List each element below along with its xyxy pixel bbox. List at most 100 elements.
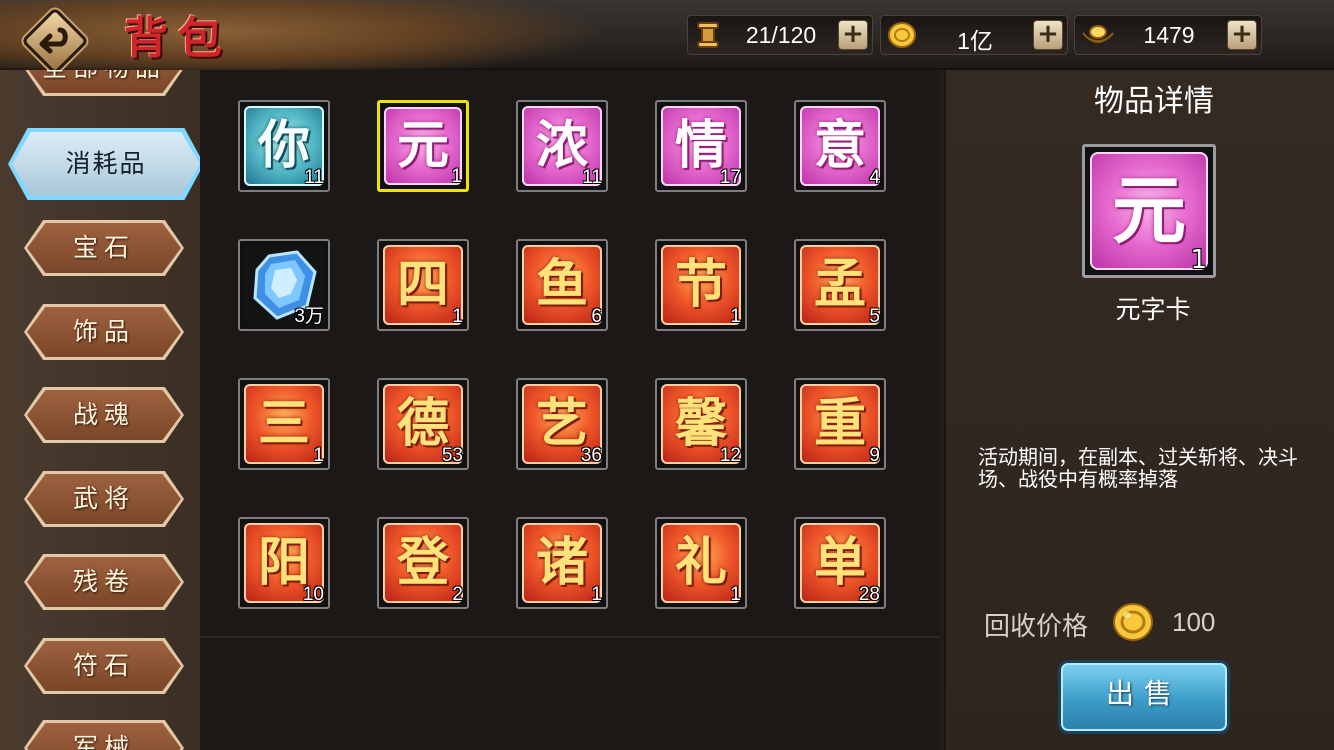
item-card-character: 孟: [813, 254, 866, 315]
item-slot[interactable]: 德 53: [377, 378, 469, 470]
tab-all-items[interactable]: 全部物品: [24, 70, 184, 96]
sell-price-label: 回收价格: [984, 612, 1089, 642]
tab-war-souls[interactable]: 战魂: [24, 387, 184, 443]
tab-accessories[interactable]: 饰品: [24, 304, 184, 360]
item-slot[interactable]: 艺 36: [516, 378, 608, 470]
bag-capacity-counter: 21/120 +: [687, 15, 873, 55]
back-arrow-icon: [39, 27, 68, 54]
item-card-character: 你: [257, 115, 310, 176]
item-card-art: 重: [800, 384, 880, 464]
scroll-icon: [697, 22, 719, 48]
item-card-character: 礼: [674, 532, 727, 593]
add-ingot-button[interactable]: +: [1227, 20, 1257, 50]
item-slot[interactable]: 登2: [377, 517, 469, 609]
bag-capacity-value: 21/120: [745, 22, 817, 48]
grid-divider: [200, 636, 940, 638]
item-slot[interactable]: 情 17: [655, 100, 747, 192]
tab-label: 消耗品: [65, 149, 147, 178]
item-slot[interactable]: 馨 12: [655, 378, 747, 470]
item-slot[interactable]: 重9: [794, 378, 886, 470]
tab-label: 宝石: [72, 233, 135, 262]
item-description: 活动期间，在副本、过关斩将、决斗场、战役中有概率掉落: [978, 445, 1298, 491]
back-button[interactable]: [21, 7, 89, 75]
item-card-character: 重: [813, 393, 866, 454]
item-slot[interactable]: 礼1: [655, 517, 747, 609]
tab-runestones[interactable]: 符石: [24, 638, 184, 694]
item-card-character: 单: [813, 532, 866, 593]
detail-title: 物品详情: [1094, 84, 1214, 119]
tab-label: 残卷: [72, 567, 135, 596]
tab-label: 战魂: [72, 400, 135, 429]
item-slot[interactable]: 意4: [794, 100, 886, 192]
item-count: 17: [719, 167, 741, 188]
tab-consumables[interactable]: 消耗品: [8, 128, 200, 200]
tab-label: 武将: [72, 484, 135, 513]
item-slot[interactable]: 孟5: [794, 239, 886, 331]
item-card-art: 孟: [800, 245, 880, 325]
item-count: 3万: [294, 306, 324, 327]
item-card-character: 诸: [535, 532, 588, 593]
item-card-character: 节: [674, 254, 727, 315]
page-title: 背包: [124, 13, 232, 64]
item-card-art: 诸: [522, 523, 602, 603]
item-slot[interactable]: 节1: [655, 239, 747, 331]
item-card-art: 意: [800, 106, 880, 186]
item-detail-panel: 物品详情 元 1 元字卡 活动期间，在副本、过关斩将、决斗场、战役中有概率掉落 …: [944, 70, 1334, 750]
item-slot[interactable]: 你 11: [238, 100, 330, 192]
item-card-character: 三: [257, 393, 310, 454]
gold-counter: 1亿 +: [880, 15, 1068, 55]
item-card-character: 鱼: [535, 254, 588, 315]
tab-fragments[interactable]: 残卷: [24, 554, 184, 610]
item-slot[interactable]: 诸1: [516, 517, 608, 609]
item-card-character: 阳: [257, 532, 310, 593]
item-card-character: 登: [396, 532, 449, 593]
item-card-character: 元: [396, 115, 449, 176]
item-card-character: 情: [674, 115, 727, 176]
item-count: 6: [591, 306, 602, 327]
item-name: 元字卡: [1115, 295, 1191, 324]
gold-ingot-icon: [1082, 25, 1114, 43]
item-slot[interactable]: 浓 11: [516, 100, 608, 192]
item-count: 1: [730, 584, 741, 605]
item-card-character: 浓: [535, 115, 588, 176]
item-count: 1: [730, 306, 741, 327]
item-count: 1: [452, 306, 463, 327]
item-count: 11: [304, 167, 324, 188]
item-slot[interactable]: 四1: [377, 239, 469, 331]
tab-label: 饰品: [72, 317, 135, 346]
item-card-art: 礼: [661, 523, 741, 603]
item-card-character: 四: [396, 254, 449, 315]
item-card-character: 意: [813, 115, 866, 176]
item-card-character: 元: [1112, 168, 1186, 254]
add-bag-capacity-button[interactable]: +: [838, 20, 868, 50]
item-slot[interactable]: 鱼6: [516, 239, 608, 331]
ingot-value: 1479: [1143, 22, 1195, 48]
item-slot[interactable]: 阳 10: [238, 517, 330, 609]
item-slot[interactable]: 3万: [238, 239, 330, 331]
gold-coin-icon: [888, 22, 916, 48]
tab-weaponry[interactable]: 军械: [24, 720, 184, 750]
top-bar: 背包 21/120 + 1亿 + 1479 +: [0, 0, 1334, 80]
item-count: 53: [441, 445, 463, 466]
item-slot[interactable]: 元1: [377, 100, 469, 192]
item-count: 1: [1190, 245, 1207, 275]
item-card-art: 元: [384, 107, 462, 185]
item-count: 5: [869, 306, 880, 327]
tab-generals[interactable]: 武将: [24, 471, 184, 527]
item-card-character: 艺: [535, 393, 588, 454]
tab-label: 符石: [72, 651, 135, 680]
item-card-art: 节: [661, 245, 741, 325]
tab-gems[interactable]: 宝石: [24, 220, 184, 276]
add-gold-button[interactable]: +: [1033, 20, 1063, 50]
item-count: 1: [451, 166, 462, 187]
item-slot[interactable]: 三1: [238, 378, 330, 470]
item-count: 1: [313, 445, 324, 466]
item-card-art: 三: [244, 384, 324, 464]
sell-button[interactable]: 出售: [1058, 660, 1230, 734]
tab-label: 军械: [72, 733, 135, 750]
ingot-counter: 1479 +: [1074, 15, 1262, 55]
selected-item-icon: 元 1: [1082, 144, 1216, 278]
item-slot[interactable]: 单 28: [794, 517, 886, 609]
category-sidebar[interactable]: 全部物品 消耗品 宝石 饰品 战魂 武将 残卷 符石 军械: [0, 70, 200, 750]
item-card-character: 德: [396, 393, 449, 454]
